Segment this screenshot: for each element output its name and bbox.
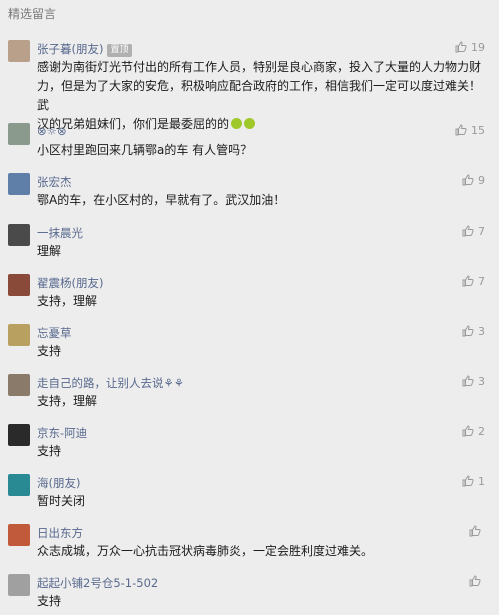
commenter-name[interactable]: 一抹晨光 [37,225,83,241]
avatar[interactable] [8,424,30,446]
commenter-name[interactable]: 张宏杰 [37,174,72,190]
thumbs-up-icon [455,124,467,136]
commenter-name[interactable]: ⊗☼⊗ [37,124,67,138]
commenter-name[interactable]: 忘憂草 [37,325,72,341]
avatar[interactable] [8,40,30,62]
thumbs-up-icon [469,525,481,537]
commenter-name[interactable]: 翟震杨(朋友) [37,275,103,291]
thumbs-up-icon [462,475,474,487]
thumbs-up-icon [462,275,474,287]
like-button[interactable]: 7 [462,225,485,238]
like-count: 15 [471,124,485,137]
commenter-name[interactable]: 张子暮(朋友) 置顶 [37,41,132,57]
commenter-name[interactable]: 起起小铺2号仓5-1-502 [37,575,158,591]
comment-text: 感谢为南街灯光节付出的所有工作人员，特别是良心商家，投入了大量的人力物力财 力，… [37,58,487,134]
like-button[interactable]: 1 [462,475,485,488]
comment-text: 支持 [37,594,62,608]
like-button[interactable]: 7 [462,275,485,288]
comment-text: 支持 [37,444,62,458]
like-count: 3 [478,325,485,338]
thumbs-up-icon [455,41,467,53]
comment-line: 感谢为南街灯光节付出的所有工作人员，特别是良心商家，投入了大量的人力物力财 [37,60,482,74]
like-count: 7 [478,275,485,288]
like-count: 19 [471,41,485,54]
like-button[interactable]: 2 [462,425,485,438]
like-button[interactable]: 19 [455,41,485,54]
commenter-name[interactable]: 京东-阿迪 [37,425,87,441]
avatar[interactable] [8,173,30,195]
comment-text: 理解 [37,244,62,258]
like-button[interactable]: 3 [462,375,485,388]
like-count: 2 [478,425,485,438]
like-button[interactable] [469,575,485,588]
section-title: 精选留言 [8,7,57,21]
avatar[interactable] [8,474,30,496]
emoji-icon [231,118,243,129]
pinned-badge: 置顶 [107,44,132,57]
comment-text: 支持 [37,344,62,358]
comment-text: 支持，理解 [37,394,98,408]
like-button[interactable]: 15 [455,124,485,137]
thumbs-up-icon [462,375,474,387]
avatar[interactable] [8,324,30,346]
avatar[interactable] [8,123,30,145]
like-count: 1 [478,475,485,488]
commenter-name[interactable]: 走自己的路，让别人去说⚘⚘ [37,375,184,391]
comment-list: 张子暮(朋友) 置顶 感谢为南街灯光节付出的所有工作人员，特别是良心商家，投入了大… [0,28,499,615]
comment-text: 众志成城，万众一心抗击冠状病毒肺炎，一定会胜利度过难关。 [37,544,374,558]
thumbs-up-icon [462,225,474,237]
like-count: 9 [478,174,485,187]
like-button[interactable] [469,525,485,538]
comment-text: 鄂A的车，在小区村的，早就有了。武汉加油！ [37,193,286,207]
comment-text: 支持，理解 [37,294,98,308]
comment-text: 小区村里跑回来几辆鄂a的车 有人管吗？ [37,143,253,157]
like-button[interactable]: 3 [462,325,485,338]
thumbs-up-icon [462,425,474,437]
commenter-name[interactable]: 日出东方 [37,525,83,541]
avatar[interactable] [8,224,30,246]
thumbs-up-icon [469,575,481,587]
commenter-name-text: 张子暮(朋友) [37,42,104,56]
avatar[interactable] [8,524,30,546]
comment-line: 汉的兄弟姐妹们，你们是最委屈的的 [37,115,487,134]
like-count: 3 [478,375,485,388]
like-count: 7 [478,225,485,238]
thumbs-up-icon [462,174,474,186]
emoji-icon [244,118,256,129]
comment-text: 暂时关闭 [37,494,86,508]
thumbs-up-icon [462,325,474,337]
commenter-name[interactable]: 海(朋友) [37,475,80,491]
like-button[interactable]: 9 [462,174,485,187]
avatar[interactable] [8,374,30,396]
avatar[interactable] [8,574,30,596]
avatar[interactable] [8,274,30,296]
comment-line: 力，但是为了大家的安危，积极响应配合政府的工作，相信我们一定可以度过难关！武 [37,79,482,112]
